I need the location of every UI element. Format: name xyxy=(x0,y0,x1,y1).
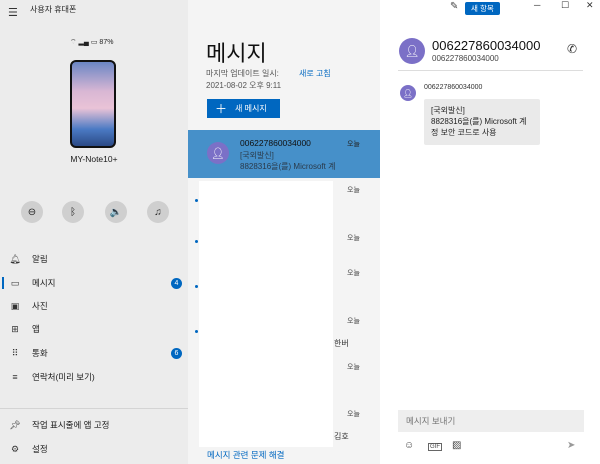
nav-item-photos[interactable]: ▣ 사진 xyxy=(0,295,188,317)
conversation-preview-line2: 8828316을(를) Microsoft 계 xyxy=(240,162,336,171)
message-line: 정 보안 코드로 사용 xyxy=(431,128,497,137)
music-icon: ♫ xyxy=(154,206,162,218)
phone-image xyxy=(70,60,116,148)
person-icon: 👤︎ xyxy=(402,88,414,98)
conversation-time: 오늘 xyxy=(347,318,360,325)
conversation-time: 오늘 xyxy=(347,187,360,194)
phone-call-icon[interactable]: ✆ xyxy=(567,42,577,56)
sync-time: 2021-08-02 오후 9:11 xyxy=(206,81,282,90)
app-title: 사용자 휴대폰 xyxy=(30,5,77,14)
signal-icon: ▂▄ xyxy=(78,39,89,46)
phone-name: MY-Note10+ xyxy=(70,154,118,164)
nav-label: 앱 xyxy=(32,324,40,334)
contacts-icon: ≡ xyxy=(12,372,18,382)
hamburger-menu-icon[interactable]: ☰ xyxy=(8,6,18,19)
conversation-time: 오늘 xyxy=(347,235,360,242)
nav-item-messages[interactable]: ▭ 메시지 4 xyxy=(0,272,188,294)
person-icon: 👤︎ xyxy=(211,147,225,160)
new-message-button[interactable]: ＋ 새 메시지 xyxy=(207,99,280,118)
volume-icon: 🔈 xyxy=(109,206,123,218)
send-icon[interactable]: ➤ xyxy=(567,440,575,451)
left-pane: ☰ 사용자 휴대폰 ⌔ ▂▄ ▭ 87% MY-Note10+ ⊖ ᛒ 🔈 ♫ … xyxy=(0,0,188,464)
nav-item-calls[interactable]: ⠿ 통화 6 xyxy=(0,342,188,364)
nav-label: 연락처(미리 보기) xyxy=(32,372,95,382)
message-bubble: [국외발신] 8828316을(를) Microsoft 계 정 보안 코드로 … xyxy=(424,99,540,145)
refresh-link[interactable]: 새로 고침 xyxy=(299,68,331,79)
messages-badge: 4 xyxy=(171,277,182,289)
thread-title: 006227860034000 xyxy=(432,38,541,53)
conversation-time: 오늘 xyxy=(347,270,360,277)
conversation-time: 오늘 xyxy=(347,141,360,148)
message-icon: ▭ xyxy=(10,277,20,288)
dialpad-icon: ⠿ xyxy=(11,347,19,358)
photo-icon: ▣ xyxy=(10,300,20,311)
conversation-name: 006227860034000 xyxy=(240,138,311,148)
message-input[interactable] xyxy=(398,410,584,432)
settings-label: 설정 xyxy=(32,444,48,454)
nav-label: 알림 xyxy=(32,254,48,264)
last-sync: 마지막 업데이트 일시: 2021-08-02 오후 9:11 xyxy=(206,68,281,92)
divider xyxy=(0,408,188,409)
nav-item-notifications[interactable]: 🔔︎ 알림 xyxy=(0,248,188,270)
conversation-preview-line1: [국외발신] xyxy=(240,151,274,160)
settings-button[interactable]: ⚙ 설정 xyxy=(0,438,188,460)
conversation-item-selected[interactable]: 👤︎ 006227860034000 [국외발신] 8828316을(를) Mi… xyxy=(188,130,380,178)
message-line: [국외발신] xyxy=(431,106,465,115)
message-line: 8828316을(를) Microsoft 계 xyxy=(431,117,527,126)
pen-icon[interactable]: ✎ xyxy=(450,1,458,12)
bluetooth-icon: ᛒ xyxy=(70,206,76,218)
sync-label: 마지막 업데이트 일시: xyxy=(206,69,279,78)
volume-button[interactable]: 🔈 xyxy=(105,201,127,223)
new-feature-button[interactable]: 새 항목 xyxy=(465,2,500,15)
thread-number: 006227860034000 xyxy=(432,54,499,63)
battery-percent: 87% xyxy=(99,39,114,46)
nav-item-apps[interactable]: ⊞ 앱 xyxy=(0,318,188,340)
close-icon[interactable]: ✕ xyxy=(586,0,594,11)
minimize-icon[interactable]: ─ xyxy=(534,0,540,10)
conversation-time: 오늘 xyxy=(347,364,360,371)
new-message-label: 새 메시지 xyxy=(235,104,267,113)
image-icon[interactable]: ▨ xyxy=(452,440,461,451)
media-button[interactable]: ♫ xyxy=(147,201,169,223)
avatar: 👤︎ xyxy=(207,142,229,164)
nav-label: 사진 xyxy=(32,301,48,311)
thread-avatar: 👤︎ xyxy=(399,38,425,64)
do-not-disturb-button[interactable]: ⊖ xyxy=(21,201,43,223)
battery-icon: ▭ xyxy=(90,39,98,46)
person-icon: 👤︎ xyxy=(404,44,420,58)
maximize-icon[interactable]: ☐ xyxy=(561,0,569,11)
gif-icon[interactable]: GIF xyxy=(428,443,442,451)
conversation-time: 오늘 xyxy=(347,411,360,418)
phone-status-bar: ⌔ ▂▄ ▭ 87% xyxy=(70,38,113,47)
gear-icon: ⚙ xyxy=(10,443,20,454)
do-not-disturb-icon: ⊖ xyxy=(27,206,37,218)
pin-to-taskbar-button[interactable]: 📌︎ 작업 표시줄에 앱 고정 xyxy=(0,414,188,436)
nav-label: 통화 xyxy=(32,348,48,358)
emoji-icon[interactable]: ☺ xyxy=(404,440,414,451)
unread-dot xyxy=(195,199,198,202)
unread-dot xyxy=(195,285,198,288)
divider xyxy=(398,70,583,71)
bell-icon: 🔔︎ xyxy=(9,253,21,264)
calls-badge: 6 xyxy=(171,347,182,359)
partial-preview-text: 김호 xyxy=(334,432,349,441)
partial-preview-text: 한버 xyxy=(334,339,349,348)
unread-dot xyxy=(195,330,198,333)
bluetooth-button[interactable]: ᛒ xyxy=(62,201,84,223)
redacted-area xyxy=(199,181,333,447)
sender-name: 006227860034000 xyxy=(424,84,483,91)
sender-avatar: 👤︎ xyxy=(400,85,416,101)
apps-icon: ⊞ xyxy=(11,323,19,334)
pin-label: 작업 표시줄에 앱 고정 xyxy=(32,420,110,430)
plus-icon: ＋ xyxy=(215,102,228,116)
pin-icon: 📌︎ xyxy=(9,419,21,430)
selection-indicator xyxy=(2,277,4,289)
nav-item-contacts[interactable]: ≡ 연락처(미리 보기) xyxy=(0,366,188,388)
troubleshoot-link[interactable]: 메시지 관련 문제 해결 xyxy=(207,449,284,461)
wifi-icon: ⌔ xyxy=(70,39,77,46)
page-title: 메시지 xyxy=(206,41,267,66)
nav-label: 메시지 xyxy=(32,278,56,288)
unread-dot xyxy=(195,240,198,243)
